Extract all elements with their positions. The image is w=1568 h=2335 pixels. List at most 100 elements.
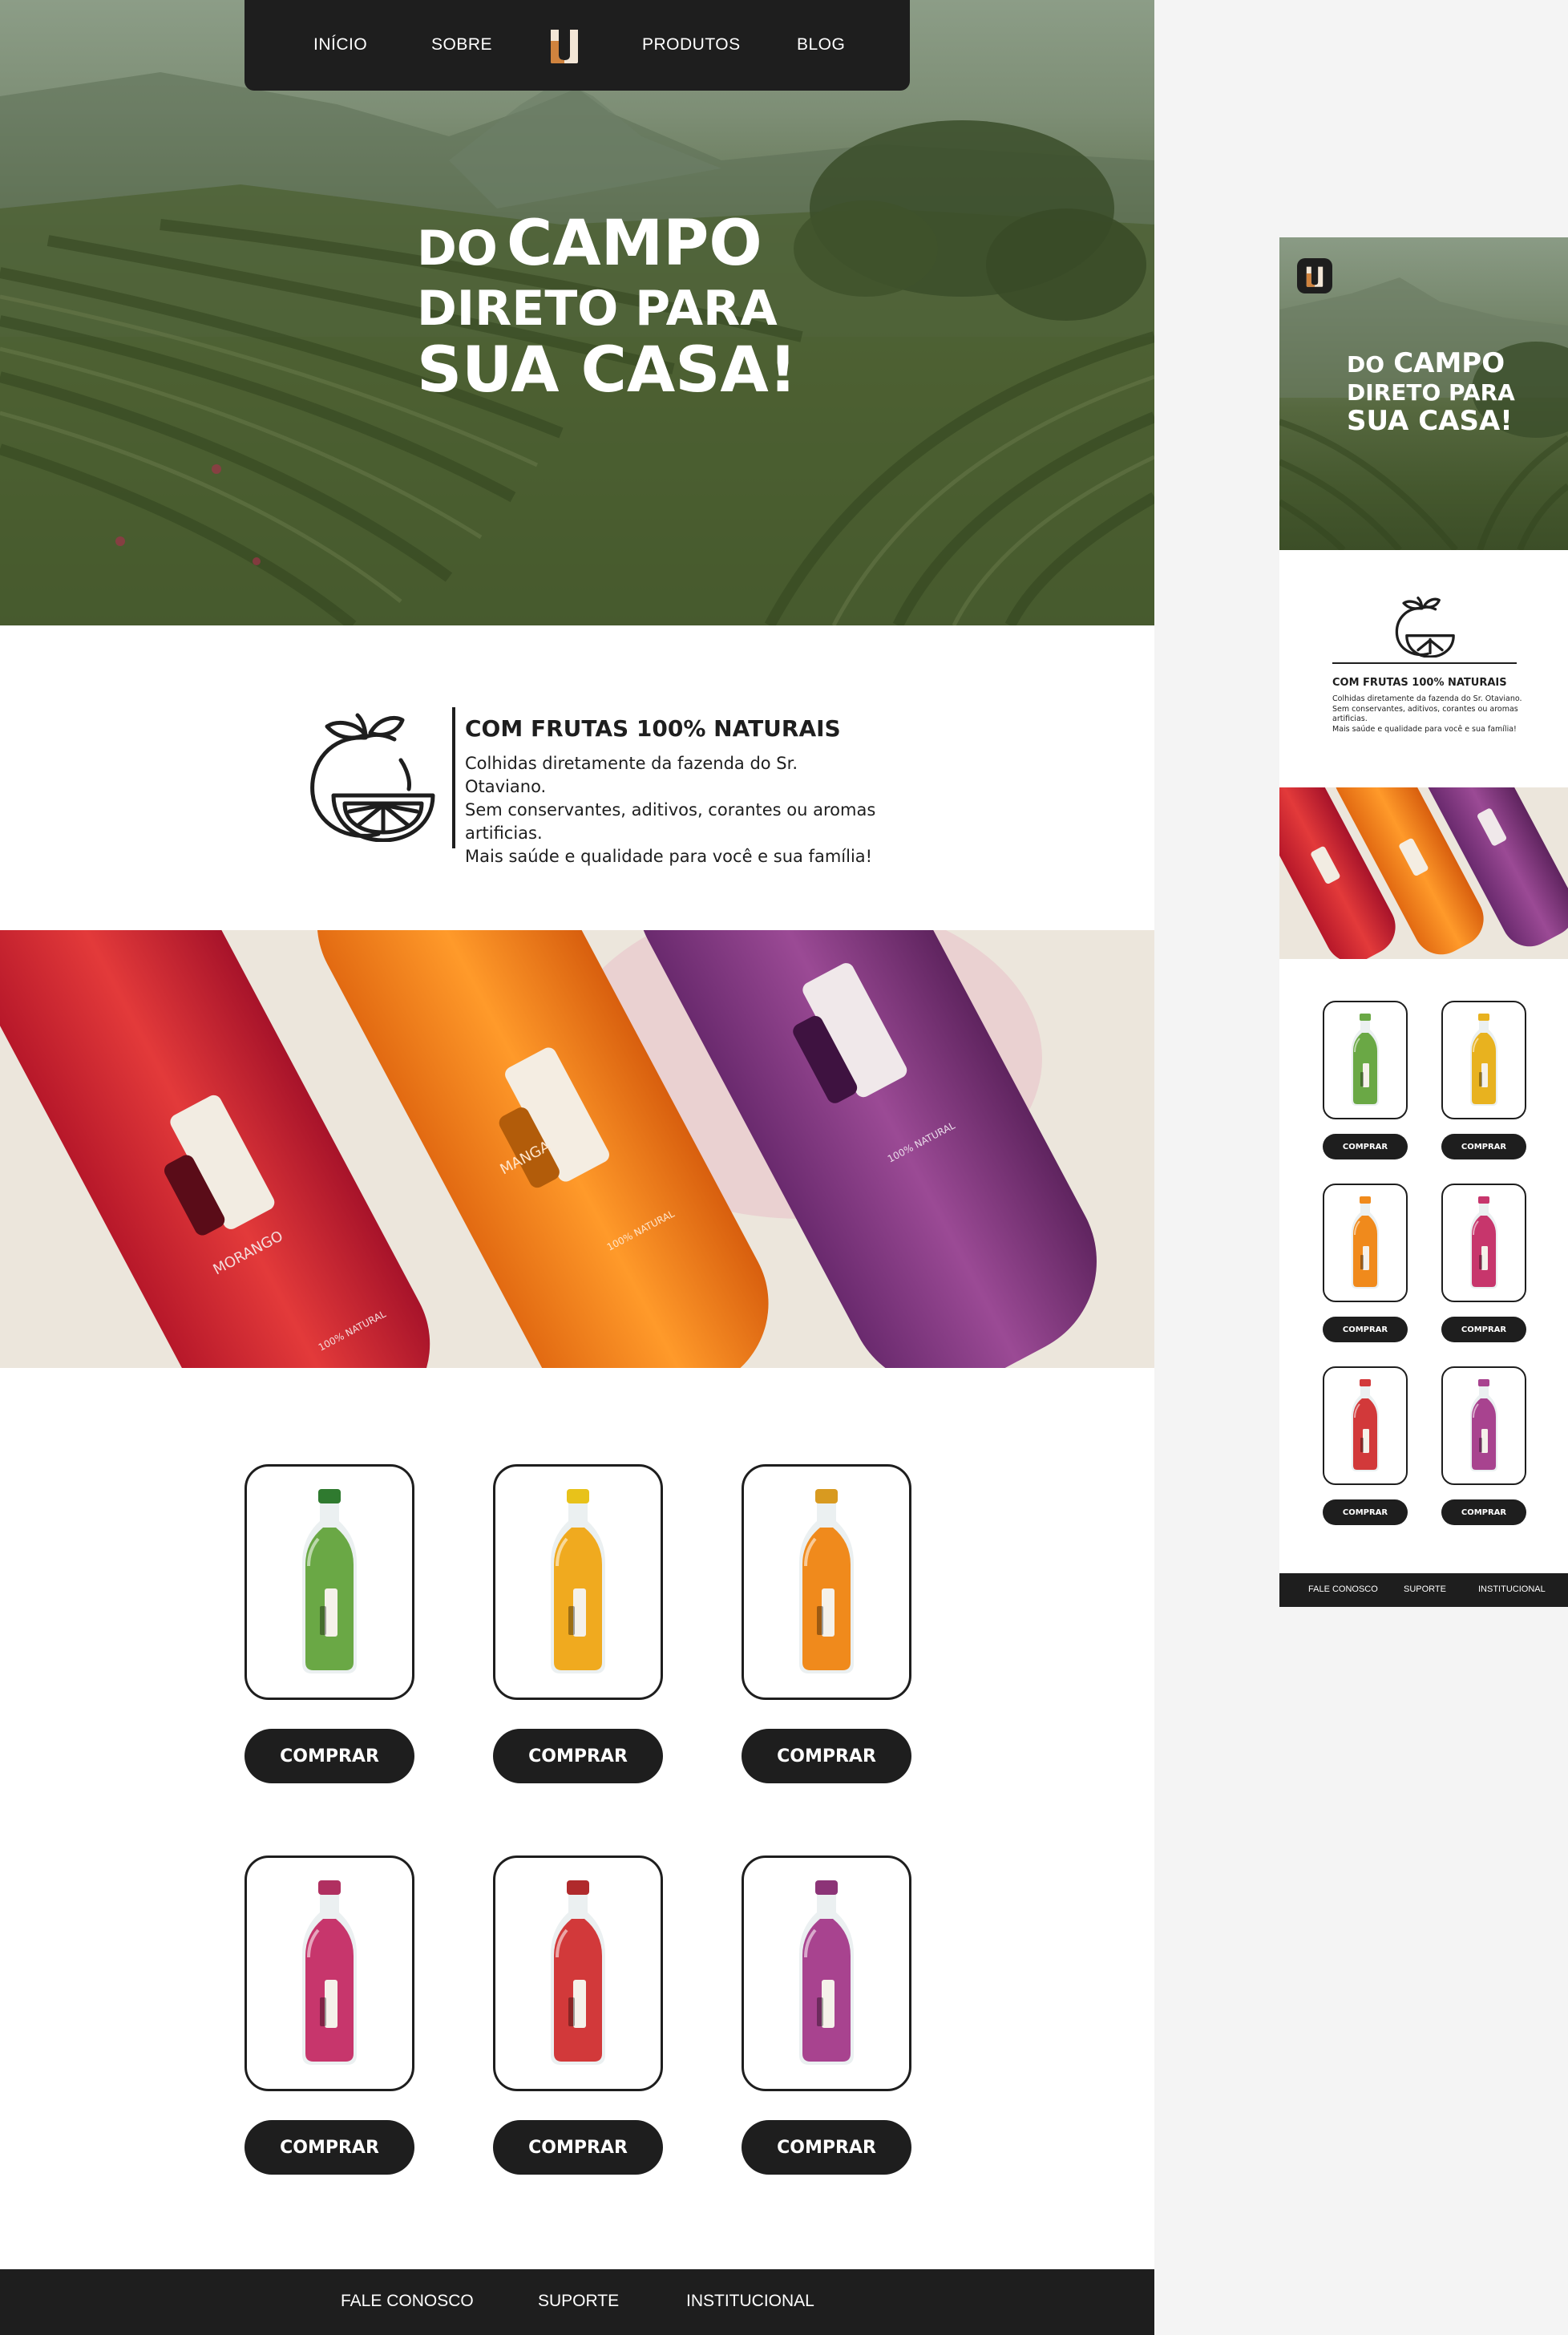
hero-headline-campo: CAMPO	[506, 208, 762, 280]
juice-bottle-icon	[1352, 1014, 1379, 1106]
juice-bottle-icon	[1352, 1196, 1379, 1289]
top-navbar: INÍCIO SOBRE PRODUTOS BLOG	[244, 0, 910, 91]
mobile-feature-divider	[1332, 662, 1517, 664]
buy-button[interactable]: COMPRAR	[493, 2120, 663, 2175]
desktop-page: INÍCIO SOBRE PRODUTOS BLOG DO CAMPO DIRE…	[0, 0, 1154, 2335]
mobile-product-card[interactable]	[1323, 1001, 1408, 1119]
feature-title: COM FRUTAS 100% NATURAIS	[465, 715, 841, 742]
natural-fruits-section: COM FRUTAS 100% NATURAIS Colhidas direta…	[0, 625, 1154, 930]
mobile-site-footer: FALE CONOSCO SUPORTE INSTITUCIONAL	[1279, 1573, 1568, 1607]
mobile-product-card[interactable]	[1323, 1366, 1408, 1485]
mobile-hero-section: DO CAMPO DIRETO PARA SUA CASA!	[1279, 237, 1568, 550]
mobile-hero-do: DO	[1347, 351, 1385, 378]
juice-bottle-icon	[799, 1880, 854, 2065]
footer-link-fale-conosco[interactable]: FALE CONOSCO	[341, 2292, 474, 2311]
orange-fruit-icon	[310, 713, 435, 842]
hero-headline: DO CAMPO DIRETO PARA SUA CASA!	[417, 212, 797, 402]
footer-link-suporte[interactable]: SUPORTE	[538, 2292, 619, 2311]
juice-bottle-icon	[799, 1489, 854, 1673]
buy-button[interactable]: COMPRAR	[493, 1729, 663, 1783]
mobile-natural-fruits-section: COM FRUTAS 100% NATURAIS Colhidas direta…	[1279, 550, 1568, 787]
site-footer: FALE CONOSCO SUPORTE INSTITUCIONAL	[0, 2269, 1154, 2335]
hero-section: INÍCIO SOBRE PRODUTOS BLOG DO CAMPO DIRE…	[0, 0, 1154, 625]
nav-item-blog[interactable]: BLOG	[797, 35, 845, 55]
mobile-feature-line-3: Mais saúde e qualidade para você e sua f…	[1332, 724, 1517, 734]
juice-bottle-icon	[1470, 1379, 1497, 1471]
brand-logo-icon	[1306, 266, 1324, 287]
hero-headline-line3: SUA CASA!	[417, 334, 798, 407]
product-card[interactable]	[244, 1855, 414, 2091]
mobile-feature-line-2: Sem conservantes, aditivos, corantes ou …	[1332, 704, 1518, 724]
product-item: COMPRAR	[493, 1464, 663, 1783]
product-card[interactable]	[244, 1464, 414, 1700]
product-card[interactable]	[493, 1855, 663, 2091]
buy-button[interactable]: COMPRAR	[244, 1729, 414, 1783]
hero-headline-line2: DIRETO PARA	[417, 281, 778, 337]
product-card[interactable]	[493, 1464, 663, 1700]
juice-bottle-icon	[1470, 1014, 1497, 1106]
mobile-product-card[interactable]	[1441, 1184, 1526, 1302]
mobile-product-card[interactable]	[1441, 1366, 1526, 1485]
nav-item-sobre[interactable]: SOBRE	[431, 35, 492, 55]
juice-bottle-icon	[551, 1489, 605, 1673]
feature-line-2: Sem conservantes, aditivos, corantes ou …	[465, 800, 876, 843]
buy-button[interactable]: COMPRAR	[742, 2120, 911, 2175]
mobile-product-item: COMPRAR	[1323, 1184, 1408, 1342]
mobile-footer-link-fale-conosco[interactable]: FALE CONOSCO	[1308, 1584, 1378, 1594]
mobile-page: DO CAMPO DIRETO PARA SUA CASA! COM FRUTA…	[1279, 237, 1568, 1607]
hero-headline-do: DO	[417, 221, 498, 277]
mobile-product-card[interactable]	[1441, 1001, 1526, 1119]
product-item: COMPRAR	[493, 1855, 663, 2175]
juice-bottle-icon	[1352, 1379, 1379, 1471]
mobile-product-item: COMPRAR	[1323, 1366, 1408, 1525]
mobile-feature-description: Colhidas diretamente da fazenda do Sr. O…	[1332, 694, 1525, 734]
mobile-juice-bottles-image	[1279, 787, 1568, 959]
product-item: COMPRAR	[742, 1855, 911, 2175]
mobile-feature-title: COM FRUTAS 100% NATURAIS	[1332, 677, 1507, 689]
juice-bottles-image: MORANGO MANGA 100% NATURAL 100% NATURAL …	[0, 930, 1154, 1368]
mobile-buy-button[interactable]: COMPRAR	[1323, 1317, 1408, 1342]
mobile-hero-line2: DIRETO PARA	[1347, 379, 1515, 406]
orange-fruit-icon	[1395, 597, 1455, 658]
buy-button[interactable]: COMPRAR	[244, 2120, 414, 2175]
product-card[interactable]	[742, 1464, 911, 1700]
mobile-product-item: COMPRAR	[1441, 1184, 1526, 1342]
footer-link-institucional[interactable]: INSTITUCIONAL	[686, 2292, 814, 2311]
juice-bottle-icon	[1470, 1196, 1497, 1289]
feature-divider	[452, 707, 455, 848]
nav-item-produtos[interactable]: PRODUTOS	[642, 35, 741, 55]
mobile-product-item: COMPRAR	[1441, 1001, 1526, 1159]
mobile-footer-link-suporte[interactable]: SUPORTE	[1404, 1584, 1446, 1594]
feature-description: Colhidas diretamente da fazenda do Sr. O…	[465, 752, 882, 868]
mobile-buy-button[interactable]: COMPRAR	[1441, 1317, 1526, 1342]
mobile-buy-button[interactable]: COMPRAR	[1323, 1134, 1408, 1159]
mobile-footer-link-institucional[interactable]: INSTITUCIONAL	[1478, 1584, 1546, 1594]
nav-item-inicio[interactable]: INÍCIO	[313, 35, 367, 55]
mobile-product-item: COMPRAR	[1441, 1366, 1526, 1525]
mobile-product-card[interactable]	[1323, 1184, 1408, 1302]
brand-logo-icon[interactable]	[548, 25, 581, 65]
product-item: COMPRAR	[742, 1464, 911, 1783]
mobile-brand-logo[interactable]	[1297, 258, 1332, 293]
mobile-product-item: COMPRAR	[1323, 1001, 1408, 1159]
product-card[interactable]	[742, 1855, 911, 2091]
juice-bottle-icon	[551, 1880, 605, 2065]
mobile-hero-campo: CAMPO	[1393, 347, 1505, 379]
mobile-juice-bottles-banner	[1279, 787, 1568, 959]
product-item: COMPRAR	[244, 1464, 414, 1783]
feature-line-1: Colhidas diretamente da fazenda do Sr. O…	[465, 754, 798, 796]
mobile-hero-line3: SUA CASA!	[1347, 405, 1513, 437]
mobile-buy-button[interactable]: COMPRAR	[1441, 1134, 1526, 1159]
mobile-products-grid: COMPRAR COMPRAR COMPRAR COMPRAR COMPRAR …	[1279, 959, 1568, 1573]
product-item: COMPRAR	[244, 1855, 414, 2175]
juice-bottles-banner: MORANGO MANGA 100% NATURAL 100% NATURAL …	[0, 930, 1154, 1368]
mobile-feature-line-1: Colhidas diretamente da fazenda do Sr. O…	[1332, 694, 1522, 703]
feature-line-3: Mais saúde e qualidade para você e sua f…	[465, 847, 873, 866]
juice-bottle-icon	[302, 1489, 357, 1673]
mobile-buy-button[interactable]: COMPRAR	[1323, 1499, 1408, 1525]
juice-bottle-icon	[302, 1880, 357, 2065]
products-grid: COMPRAR COMPRAR COMPRAR COMPRAR COMPRAR	[0, 1368, 1154, 2269]
mobile-hero-headline: DO CAMPO DIRETO PARA SUA CASA!	[1347, 350, 1515, 435]
mobile-buy-button[interactable]: COMPRAR	[1441, 1499, 1526, 1525]
buy-button[interactable]: COMPRAR	[742, 1729, 911, 1783]
